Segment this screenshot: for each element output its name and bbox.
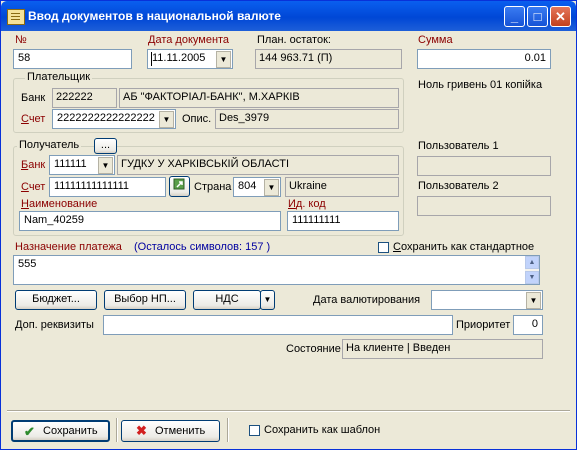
recipient-browse-button[interactable]: ... <box>94 138 117 154</box>
vat-dropdown-button[interactable]: ▼ <box>260 290 275 310</box>
save-button[interactable]: ✔ Сохранить <box>11 420 110 442</box>
chevron-down-icon[interactable]: ▼ <box>98 157 113 174</box>
recipient-bank-label: Банк <box>21 159 46 171</box>
purpose-textarea[interactable]: 555 <box>13 255 540 285</box>
lookup-icon <box>173 178 185 190</box>
footer-separator <box>116 418 118 442</box>
country-select[interactable]: 804 ▼ <box>233 177 281 197</box>
idcode-field[interactable]: 111111111 <box>287 211 399 231</box>
title-bar[interactable]: Ввод документов в национальной валюте _ … <box>1 1 576 31</box>
value-date-label: Дата валютирования <box>313 294 421 306</box>
sum-field[interactable]: 0.01 <box>417 49 551 69</box>
date-label: Дата документа <box>148 34 230 46</box>
save-standard-label: Сохранить как стандартное <box>393 241 535 253</box>
payer-account-label: Счет <box>21 113 46 125</box>
cancel-button[interactable]: ✖ Отменить <box>121 420 220 442</box>
document-entry-window: Ввод документов в национальной валюте _ … <box>0 0 577 450</box>
scroll-down-icon[interactable]: ▼ <box>525 271 539 284</box>
minimize-button[interactable]: _ <box>504 6 525 27</box>
number-label: № <box>15 34 27 46</box>
plan-balance-value: 144 963.71 (П) <box>255 49 402 69</box>
save-button-label: Сохранить <box>43 425 98 437</box>
recipient-account-field[interactable]: 11111111111111 <box>49 177 166 197</box>
purpose-label: Назначение платежа <box>15 241 122 253</box>
budget-button[interactable]: Бюджет... <box>15 290 97 310</box>
user2-field[interactable] <box>417 196 551 216</box>
sum-in-words: Ноль гривень 01 копійка <box>418 79 543 91</box>
extra-req-label: Доп. реквизиты <box>15 319 94 331</box>
recipient-name-label: Наименование <box>21 198 98 210</box>
save-template-label: Сохранить как шаблон <box>264 424 381 436</box>
footer-separator <box>227 418 229 442</box>
payer-account-value: 2222222222222222 <box>57 112 155 124</box>
payer-account-select[interactable]: 2222222222222222 ▼ <box>52 109 176 129</box>
select-np-button[interactable]: Выбор НП... <box>104 290 186 310</box>
idcode-label: Ид. код <box>288 198 326 210</box>
purpose-remaining: (Осталось символов: 157 ) <box>134 241 271 253</box>
cancel-button-label: Отменить <box>155 425 206 437</box>
country-name: Ukraine <box>285 177 399 197</box>
save-template-checkbox[interactable] <box>249 425 260 436</box>
document-icon <box>7 9 25 25</box>
payer-bank-name: АБ "ФАКТОРІАЛ-БАНК", М.ХАРКІВ <box>119 88 399 108</box>
close-icon: ✕ <box>555 9 566 24</box>
cancel-x-icon: ✖ <box>136 423 147 438</box>
chevron-down-icon: ▼ <box>263 295 272 304</box>
plan-balance-label: План. остаток: <box>257 34 331 46</box>
date-picker[interactable]: 11.11.2005 ▼ <box>147 49 233 69</box>
text-caret <box>151 52 152 66</box>
chevron-down-icon[interactable]: ▼ <box>216 51 231 68</box>
recipient-bank-name: ГУДКУ У ХАРКІВСЬКІЙ ОБЛАСТІ <box>117 155 399 175</box>
priority-label: Приоритет <box>456 319 511 331</box>
footer-divider <box>7 410 570 412</box>
value-date-select[interactable]: ▼ <box>431 290 543 310</box>
country-label: Страна <box>194 181 232 193</box>
date-value: 11.11.2005 <box>152 52 206 64</box>
recipient-account-label: Счет <box>21 181 46 193</box>
state-value: На клиенте | Введен <box>342 339 543 359</box>
payer-desc-value: Des_3979 <box>215 109 399 129</box>
user2-label: Пользователь 2 <box>418 180 499 192</box>
recipient-bank-select[interactable]: 111111 ▼ <box>49 155 115 175</box>
vat-button[interactable]: НДС <box>193 290 261 310</box>
payer-bank-code: 222222 <box>52 88 117 108</box>
payer-desc-label: Опис. <box>182 113 212 125</box>
chevron-down-icon[interactable]: ▼ <box>159 111 174 128</box>
recipient-legend: Получатель <box>17 139 82 151</box>
payer-legend: Плательщик <box>25 71 93 83</box>
recipient-name-field[interactable]: Nam_40259 <box>19 211 281 231</box>
payer-bank-label: Банк <box>21 92 46 104</box>
account-lookup-button[interactable] <box>169 176 190 197</box>
checkmark-icon: ✔ <box>24 424 35 439</box>
close-button[interactable]: ✕ <box>550 6 571 27</box>
recipient-bank-code: 111111 <box>54 158 87 170</box>
maximize-icon: □ <box>533 9 542 24</box>
scroll-up-icon[interactable]: ▲ <box>525 256 539 269</box>
chevron-down-icon[interactable]: ▼ <box>526 292 541 309</box>
purpose-scrollbar[interactable]: ▲ ▼ <box>525 256 539 284</box>
maximize-button[interactable]: □ <box>527 6 548 27</box>
priority-field[interactable]: 0 <box>513 315 543 335</box>
save-standard-checkbox[interactable] <box>378 242 389 253</box>
number-field[interactable]: 58 <box>13 49 132 69</box>
chevron-down-icon[interactable]: ▼ <box>264 179 279 196</box>
minimize-icon: _ <box>510 9 519 24</box>
country-code: 804 <box>238 180 257 192</box>
extra-req-field[interactable] <box>103 315 453 335</box>
user1-field[interactable] <box>417 156 551 176</box>
user1-label: Пользователь 1 <box>418 140 499 152</box>
sum-label: Сумма <box>418 34 453 46</box>
window-title: Ввод документов в национальной валюте <box>28 9 281 23</box>
state-label: Состояние <box>286 343 341 355</box>
